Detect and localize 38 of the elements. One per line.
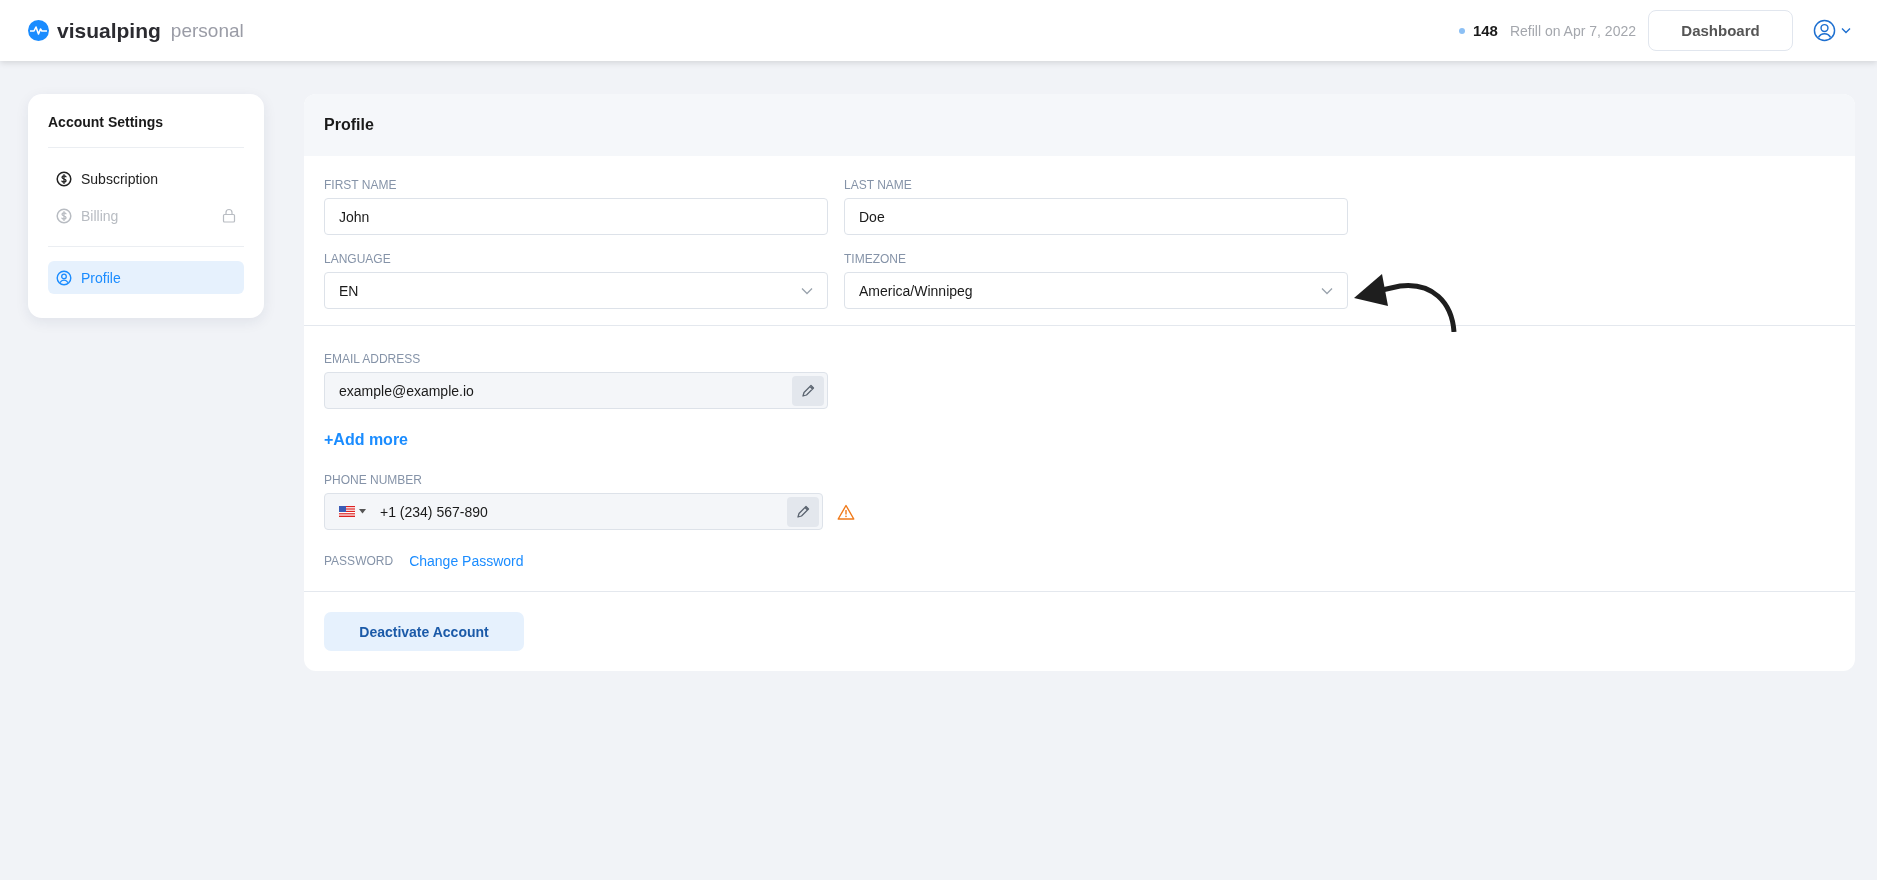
sidebar-item[interactable]: Subscription — [48, 162, 244, 195]
refill-date: Refill on Apr 7, 2022 — [1509, 22, 1636, 39]
chevron-down-icon[interactable] — [1841, 27, 1851, 34]
dollar-circle-icon — [56, 207, 72, 224]
edit-button[interactable] — [792, 375, 824, 406]
lock-icon — [222, 208, 236, 223]
chevron-down-icon — [1321, 286, 1333, 295]
logo-icon — [28, 20, 49, 41]
edit-button[interactable] — [787, 496, 819, 527]
field-label: PHONE NUMBER — [324, 473, 423, 487]
chevron-down-icon — [801, 286, 813, 295]
input-field[interactable]: example@example.io — [324, 372, 828, 409]
select-field[interactable]: America/Winnipeg — [844, 272, 1348, 309]
dollar-circle-icon — [56, 170, 72, 187]
field-label: FIRST NAME — [324, 178, 398, 192]
select-field[interactable]: EN — [324, 272, 828, 309]
field-label: EMAIL ADDRESS — [324, 352, 422, 366]
input-field[interactable]: John — [324, 198, 828, 235]
field-label: LAST NAME — [844, 178, 913, 192]
input-field[interactable]: +1 (234) 567-890 — [324, 493, 823, 530]
caret-icon[interactable] — [359, 509, 366, 514]
pencil-icon — [795, 503, 811, 520]
logo-name: visualping — [57, 18, 161, 43]
sidebar-title: Account Settings — [48, 114, 165, 132]
user-avatar-icon[interactable] — [1813, 19, 1836, 42]
input-field[interactable]: Doe — [844, 198, 1348, 235]
field-label: TIMEZONE — [844, 252, 907, 266]
profile-header: Profile — [304, 94, 1855, 156]
field-label: PASSWORD — [324, 554, 394, 568]
flag-icon — [339, 506, 355, 517]
pencil-icon — [800, 382, 816, 399]
credits-count: 148 — [1472, 22, 1498, 39]
dashboard-button[interactable]: Dashboard — [1648, 10, 1793, 51]
deactivate-account-button[interactable]: Deactivate Account — [324, 612, 524, 651]
field-label: LANGUAGE — [324, 252, 392, 266]
user-circle-icon — [56, 269, 72, 286]
status-dot — [1458, 27, 1465, 34]
plan-label: personal — [170, 19, 244, 42]
